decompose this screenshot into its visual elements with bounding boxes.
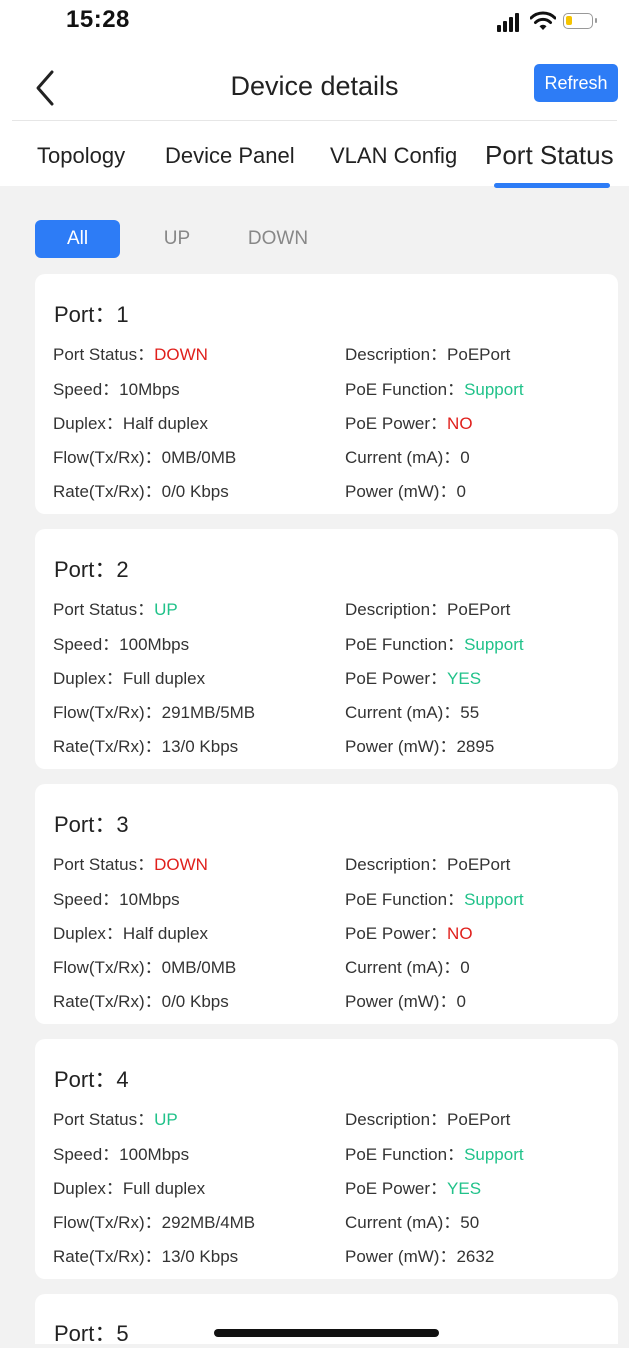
active-tab-indicator	[494, 183, 610, 188]
port-title: Port：5	[54, 1321, 129, 1346]
duplex-row: Duplex：Full duplex	[53, 1179, 206, 1198]
filter-all-button[interactable]: All	[35, 220, 120, 258]
filter-down-button[interactable]: DOWN	[238, 220, 318, 258]
port-title: Port：1	[54, 302, 129, 327]
wifi-icon	[530, 11, 556, 30]
rate-row: Rate(Tx/Rx)：0/0 Kbps	[53, 992, 229, 1011]
power-row: Power (mW)：0	[345, 482, 466, 501]
current-row: Current (mA)：0	[345, 958, 470, 977]
power-row: Power (mW)：2632	[345, 1247, 495, 1266]
port-card[interactable]: Port：1 Port Status：DOWN Speed：10Mbps Dup…	[35, 274, 618, 514]
filter-up-button[interactable]: UP	[148, 220, 206, 258]
flow-row: Flow(Tx/Rx)：0MB/0MB	[53, 448, 237, 467]
poe-function-row: PoE Function：Support	[345, 890, 524, 909]
flow-row: Flow(Tx/Rx)：0MB/0MB	[53, 958, 237, 977]
description-row: Description：PoEPort	[345, 345, 511, 364]
status-icons	[497, 10, 607, 34]
header-divider	[12, 120, 617, 121]
current-row: Current (mA)：0	[345, 448, 470, 467]
flow-row: Flow(Tx/Rx)：291MB/5MB	[53, 703, 256, 722]
port-title: Port：4	[54, 1067, 129, 1092]
port-status-row: Port Status：UP	[53, 600, 178, 619]
port-status-row: Port Status：DOWN	[53, 855, 208, 874]
poe-power-row: PoE Power：NO	[345, 414, 473, 433]
flow-row: Flow(Tx/Rx)：292MB/4MB	[53, 1213, 256, 1232]
rate-row: Rate(Tx/Rx)：0/0 Kbps	[53, 482, 229, 501]
status-up-value: UP	[154, 1110, 178, 1129]
signal-icon	[497, 12, 523, 32]
tab-device-panel[interactable]: Device Panel	[165, 143, 295, 169]
port-title: Port：2	[54, 557, 129, 582]
duplex-row: Duplex：Half duplex	[53, 414, 208, 433]
poe-power-row: PoE Power：NO	[345, 924, 473, 943]
tab-port-status[interactable]: Port Status	[485, 140, 614, 171]
port-card[interactable]: Port：3 Port Status：DOWN Speed：10Mbps Dup…	[35, 784, 618, 1024]
poe-function-row: PoE Function：Support	[345, 380, 524, 399]
port-status-row: Port Status：DOWN	[53, 345, 208, 364]
port-title: Port：3	[54, 812, 129, 837]
description-row: Description：PoEPort	[345, 1110, 511, 1129]
current-row: Current (mA)：50	[345, 1213, 480, 1232]
port-card[interactable]: Port：4 Port Status：UP Speed：100Mbps Dupl…	[35, 1039, 618, 1279]
speed-row: Speed：10Mbps	[53, 380, 180, 399]
status-up-value: UP	[154, 600, 178, 619]
tab-vlan-config[interactable]: VLAN Config	[330, 143, 457, 169]
poe-function-row: PoE Function：Support	[345, 1145, 524, 1164]
port-status-row: Port Status：UP	[53, 1110, 178, 1129]
description-row: Description：PoEPort	[345, 600, 511, 619]
speed-row: Speed：100Mbps	[53, 1145, 190, 1164]
tab-topology[interactable]: Topology	[37, 143, 125, 169]
tab-bar: Topology Device Panel VLAN Config Port S…	[0, 138, 629, 186]
rate-row: Rate(Tx/Rx)：13/0 Kbps	[53, 737, 239, 756]
refresh-button[interactable]: Refresh	[534, 64, 618, 102]
rate-row: Rate(Tx/Rx)：13/0 Kbps	[53, 1247, 239, 1266]
port-card[interactable]: Port：2 Port Status：UP Speed：100Mbps Dupl…	[35, 529, 618, 769]
status-time: 15:28	[66, 6, 130, 33]
power-row: Power (mW)：2895	[345, 737, 495, 756]
poe-function-row: PoE Function：Support	[345, 635, 524, 654]
speed-row: Speed：10Mbps	[53, 890, 180, 909]
poe-power-row: PoE Power：YES	[345, 669, 482, 688]
status-down-value: DOWN	[154, 345, 208, 364]
status-down-value: DOWN	[154, 855, 208, 874]
app-header: 15:28 Device details Refresh Topology De…	[0, 0, 629, 186]
power-row: Power (mW)：0	[345, 992, 466, 1011]
current-row: Current (mA)：55	[345, 703, 480, 722]
duplex-row: Duplex：Full duplex	[53, 669, 206, 688]
battery-icon	[563, 13, 597, 29]
speed-row: Speed：100Mbps	[53, 635, 190, 654]
poe-power-row: PoE Power：YES	[345, 1179, 482, 1198]
home-indicator[interactable]	[214, 1329, 439, 1337]
description-row: Description：PoEPort	[345, 855, 511, 874]
duplex-row: Duplex：Half duplex	[53, 924, 208, 943]
